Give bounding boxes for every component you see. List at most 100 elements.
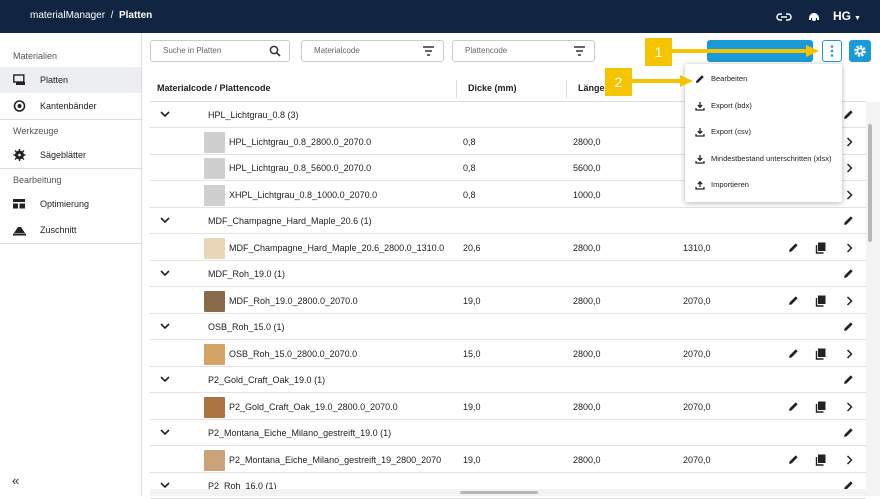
group-row[interactable]: P2_Montana_Eiche_Milano_gestreift_19.0 (… — [150, 420, 866, 446]
brand-logo: HG — [833, 9, 851, 23]
scrollbar-thumb[interactable] — [868, 124, 872, 242]
callout-arrow-1 — [672, 45, 819, 57]
plattencode-cell: MDF_Roh_19.0_2800.0_2070.0 — [229, 295, 358, 306]
materialcode-filter[interactable]: Materialcode — [301, 40, 444, 62]
menu-item-label: Export (csv) — [711, 127, 752, 136]
sidebar-item-kantenbaender[interactable]: Kantenbänder — [0, 93, 141, 119]
search-input[interactable]: Suche in Platten — [150, 40, 290, 62]
settings-button[interactable] — [849, 40, 871, 62]
edit-group-icon[interactable] — [843, 427, 854, 440]
copy-icon[interactable] — [815, 401, 826, 415]
material-thumbnail — [204, 131, 225, 153]
chevron-right-icon[interactable] — [846, 348, 853, 361]
sidebar: Materialien Platten Kantenbänder Werkzeu… — [0, 33, 142, 496]
plattencode-cell: OSB_Roh_15.0_2800.0_2070.0 — [229, 348, 358, 359]
search-icon — [269, 45, 281, 57]
copy-icon[interactable] — [815, 242, 826, 256]
edit-group-icon[interactable] — [843, 268, 854, 281]
group-row[interactable]: MDF_Champagne_Hard_Maple_20.6 (1) — [150, 208, 866, 234]
edit-icon[interactable] — [788, 454, 799, 467]
cutting-icon — [13, 227, 26, 236]
chevron-right-icon[interactable] — [846, 454, 853, 467]
copy-icon[interactable] — [815, 295, 826, 309]
collapse-sidebar-button[interactable]: « — [12, 473, 19, 488]
edit-group-icon[interactable] — [843, 321, 854, 334]
chevron-right-icon[interactable] — [846, 401, 853, 414]
breite-cell: 1310,0 — [683, 242, 711, 253]
plattencode-cell: P2_Montana_Eiche_Milano_gestreift_19_280… — [229, 454, 442, 465]
plattencode-cell: P2_Gold_Craft_Oak_19.0_2800.0_2070.0 — [229, 401, 398, 412]
plattencode-placeholder: Plattencode — [465, 46, 508, 55]
group-row[interactable]: MDF_Roh_19.0 (1) — [150, 261, 866, 287]
chevron-right-icon[interactable] — [846, 189, 853, 202]
sidebar-item-platten[interactable]: Platten — [0, 67, 141, 93]
edit-group-icon[interactable] — [843, 109, 854, 122]
copy-icon[interactable] — [815, 348, 826, 362]
dicke-cell: 20,6 — [463, 242, 481, 253]
laenge-cell: 2800,0 — [573, 136, 601, 147]
sidebar-item-zuschnitt[interactable]: Zuschnitt — [0, 217, 141, 243]
group-row[interactable]: P2_Gold_Craft_Oak_19.0 (1) — [150, 367, 866, 393]
copy-icon[interactable] — [815, 454, 826, 468]
user-menu[interactable]: HG ▼ — [833, 9, 863, 25]
chevron-down-icon[interactable] — [160, 375, 170, 385]
chevron-down-icon[interactable] — [160, 269, 170, 279]
table-row[interactable]: MDF_Roh_19.0_2800.0_2070.0 19,0 2800,0 2070… — [150, 288, 866, 314]
laenge-cell: 2800,0 — [573, 295, 601, 306]
pencil-icon — [696, 75, 704, 83]
menu-item-export-bdx[interactable]: Export (bdx) — [685, 93, 842, 120]
menu-item-export-csv[interactable]: Export (csv) — [685, 119, 842, 146]
scrollbar-thumb[interactable] — [460, 491, 538, 494]
table-row[interactable]: OSB_Roh_15.0_2800.0_2070.0 15,0 2800,0 2070… — [150, 341, 866, 367]
edit-group-icon[interactable] — [843, 374, 854, 387]
chevron-down-icon[interactable] — [160, 428, 170, 438]
chevron-right-icon[interactable] — [846, 163, 853, 175]
page-title: Platten — [118, 10, 153, 21]
edit-icon[interactable] — [788, 401, 799, 414]
chevron-right-icon[interactable] — [846, 295, 853, 308]
menu-item-label: Export (bdx) — [711, 100, 752, 110]
sidebar-item-saegeblaetter[interactable]: Sägeblätter — [0, 142, 141, 168]
table-row[interactable]: P2_Montana_Eiche_Milano_gestreift_19_280… — [150, 447, 866, 473]
dicke-cell: 0,8 — [463, 136, 476, 147]
material-thumbnail — [204, 396, 225, 418]
dicke-cell: 0,8 — [463, 163, 476, 173]
edit-icon[interactable] — [788, 295, 799, 308]
breite-cell: 2070,0 — [683, 454, 711, 465]
material-thumbnail — [204, 449, 225, 471]
menu-item-mindestbestand[interactable]: Mindestbestand unterschritten (xlsx) — [685, 146, 842, 173]
table-row[interactable]: MDF_Champagne_Hard_Maple_20.6_2800.0_131… — [150, 235, 866, 261]
menu-item-importieren[interactable]: Importieren — [685, 172, 842, 199]
saw-blade-icon — [13, 149, 26, 161]
chevron-right-icon[interactable] — [846, 136, 853, 149]
laenge-cell: 2800,0 — [573, 348, 601, 359]
plattencode-cell: HPL_Lichtgrau_0.8_5600.0_2070.0 — [229, 163, 372, 173]
plattencode-cell: MDF_Champagne_Hard_Maple_20.6_2800.0_131… — [229, 242, 445, 253]
horizontal-scrollbar[interactable] — [150, 489, 866, 496]
laenge-cell: 2800,0 — [573, 242, 601, 253]
edit-icon[interactable] — [788, 348, 799, 361]
chevron-down-icon[interactable] — [160, 322, 170, 332]
materialcode-placeholder: Materialcode — [314, 46, 360, 55]
menu-item-label: Mindestbestand unterschritten (xlsx) — [711, 153, 832, 163]
menu-item-bearbeiten[interactable]: Bearbeiten — [685, 66, 842, 93]
vertical-scrollbar[interactable] — [866, 102, 880, 496]
dicke-cell: 19,0 — [463, 454, 481, 465]
callout-arrow-2 — [632, 75, 693, 87]
sidebar-item-label: Kantenbänder — [40, 101, 97, 111]
menu-item-label: Importieren — [711, 180, 749, 189]
plattencode-filter[interactable]: Plattencode — [452, 40, 595, 62]
chevron-right-icon[interactable] — [846, 242, 853, 255]
chevron-down-icon[interactable] — [160, 110, 170, 120]
chevron-down-icon[interactable] — [160, 216, 170, 226]
sidebar-item-optimierung[interactable]: Optimierung — [0, 191, 141, 217]
edit-icon[interactable] — [788, 242, 799, 255]
support-icon[interactable] — [806, 9, 822, 25]
link-icon[interactable] — [776, 9, 792, 25]
breadcrumb-separator: / — [110, 10, 114, 21]
app-title: materialManager / Platten — [30, 10, 152, 21]
table-row[interactable]: P2_Gold_Craft_Oak_19.0_2800.0_2070.0 19,0… — [150, 394, 866, 420]
group-row[interactable]: OSB_Roh_15.0 (1) — [150, 314, 866, 340]
edit-group-icon[interactable] — [843, 215, 854, 228]
more-options-button[interactable] — [822, 40, 842, 62]
